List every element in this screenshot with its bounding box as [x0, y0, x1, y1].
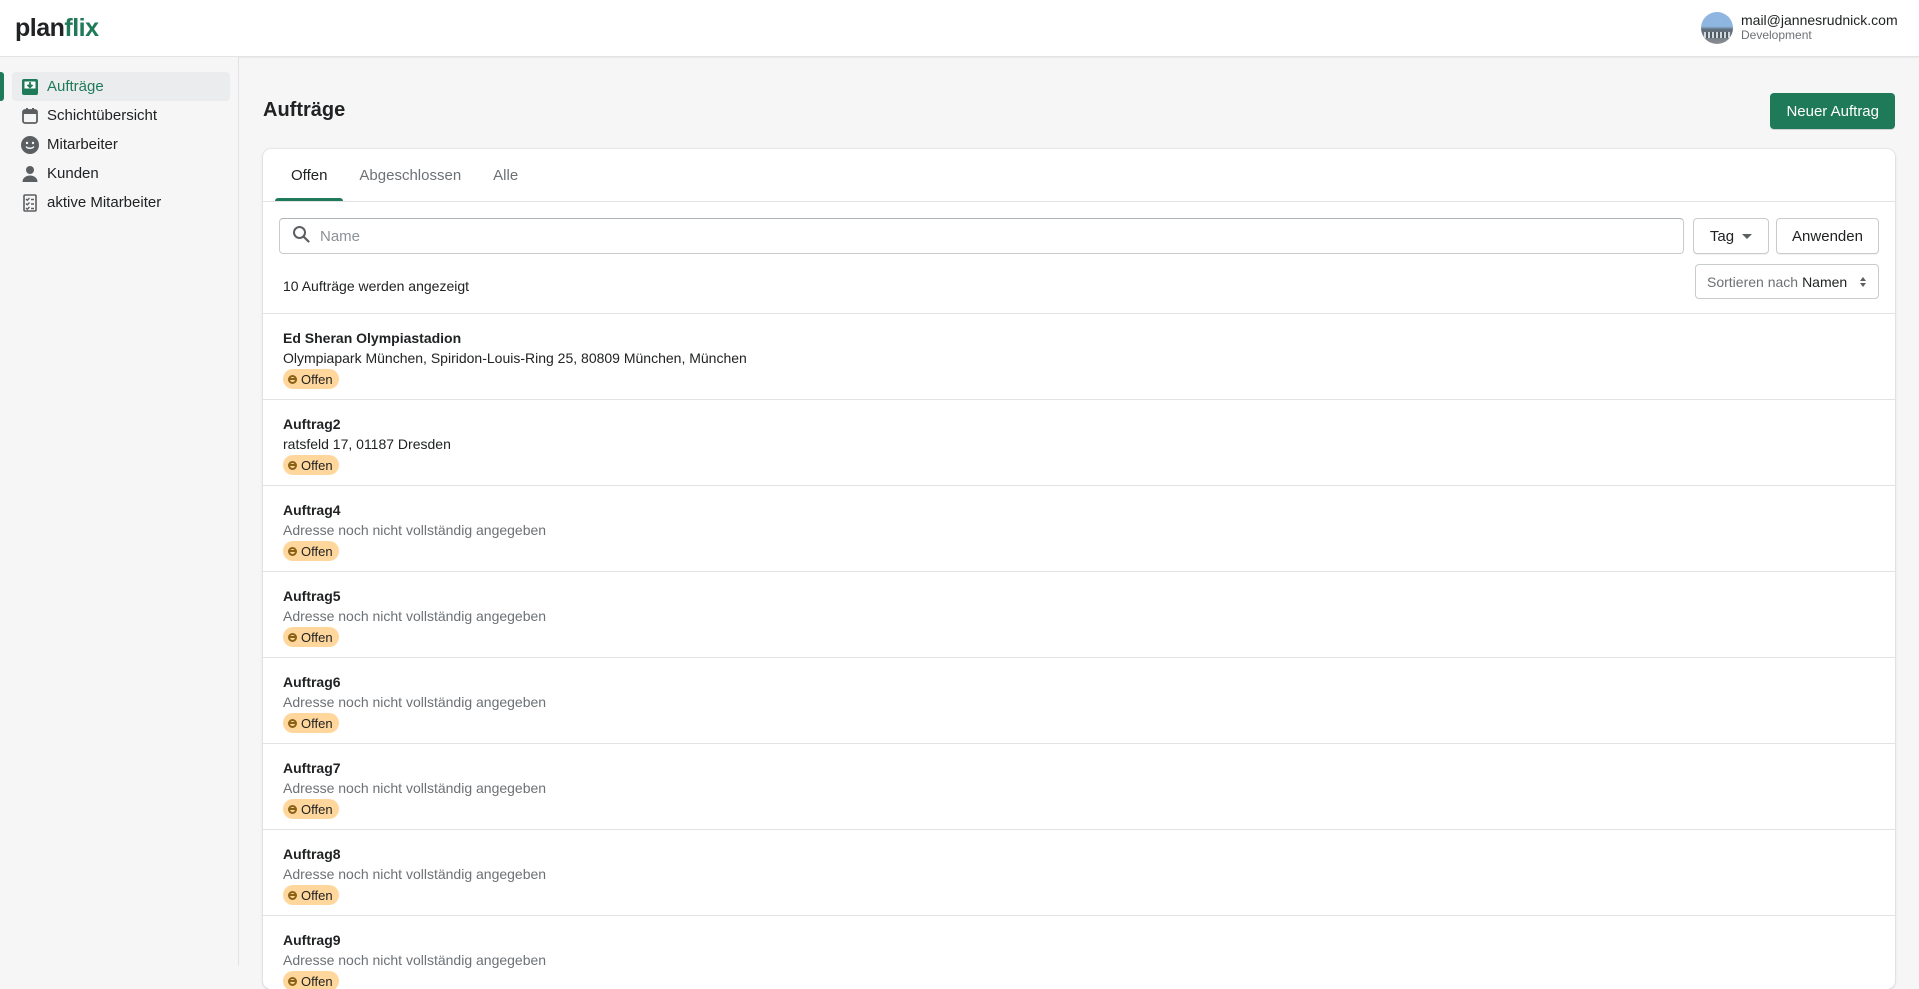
- sidebar-item-label: Mitarbeiter: [47, 136, 118, 153]
- sort-value: Namen: [1802, 273, 1848, 290]
- orders-card: Offen Abgeschlossen Alle Tag Anwenden 10…: [263, 149, 1895, 989]
- list-item[interactable]: Auftrag5 Adresse noch nicht vollständig …: [263, 572, 1895, 658]
- status-label: Offen: [301, 801, 333, 817]
- status-badge: Offen: [283, 971, 339, 989]
- status-badge: Offen: [283, 455, 339, 475]
- tag-filter-button[interactable]: Tag: [1693, 218, 1769, 254]
- order-name: Ed Sheran Olympiastadion: [283, 330, 462, 346]
- tab-abgeschlossen[interactable]: Abgeschlossen: [343, 149, 477, 201]
- order-address: Adresse noch nicht vollständig angegeben: [283, 780, 547, 796]
- caret-down-icon: [1742, 233, 1753, 239]
- status-dot-icon: [288, 632, 297, 642]
- status-badge: Offen: [283, 541, 339, 561]
- order-address: Adresse noch nicht vollständig angegeben: [283, 522, 547, 538]
- sidebar-item-auftraege[interactable]: Aufträge: [0, 72, 230, 101]
- results-bar: 10 Aufträge werden angezeigt Sortieren n…: [263, 261, 1895, 314]
- sort-label: Sortieren nach: [1707, 273, 1799, 290]
- avatar: [1701, 12, 1733, 44]
- smiley-icon: [20, 135, 40, 155]
- sidebar-item-aktive-mitarbeiter[interactable]: aktive Mitarbeiter: [12, 188, 230, 217]
- user-menu[interactable]: mail@jannesrudnick.com Development: [1701, 12, 1901, 44]
- status-label: Offen: [301, 887, 333, 903]
- status-badge: Offen: [283, 369, 339, 389]
- list-item[interactable]: Auftrag6 Adresse noch nicht vollständig …: [263, 658, 1895, 744]
- status-label: Offen: [301, 629, 333, 645]
- order-address: Olympiapark München, Spiridon-Louis-Ring…: [283, 350, 747, 366]
- status-dot-icon: [288, 546, 297, 556]
- checklist-icon: [20, 193, 40, 213]
- sidebar-item-label: Aufträge: [47, 78, 104, 95]
- order-name: Auftrag4: [283, 502, 341, 518]
- status-dot-icon: [288, 718, 297, 728]
- sidebar-item-kunden[interactable]: Kunden: [12, 159, 230, 188]
- order-name: Auftrag7: [283, 760, 341, 776]
- select-arrows-icon: [1860, 277, 1866, 287]
- apply-button[interactable]: Anwenden: [1776, 218, 1879, 254]
- search-field[interactable]: [279, 218, 1684, 254]
- list-item[interactable]: Auftrag9 Adresse noch nicht vollständig …: [263, 916, 1895, 989]
- list-item[interactable]: Auftrag2 ratsfeld 17, 01187 Dresden Offe…: [263, 400, 1895, 486]
- tab-bar: Offen Abgeschlossen Alle: [263, 149, 1895, 202]
- page-title: Aufträge: [263, 99, 346, 121]
- order-address: Adresse noch nicht vollständig angegeben: [283, 694, 547, 710]
- orders-list: Ed Sheran Olympiastadion Olympiapark Mün…: [263, 314, 1895, 989]
- order-name: Auftrag5: [283, 588, 341, 604]
- status-badge: Offen: [283, 885, 339, 905]
- main-content: Aufträge Neuer Auftrag Offen Abgeschloss…: [239, 57, 1919, 989]
- sort-select[interactable]: Sortieren nach Namen: [1695, 264, 1879, 299]
- order-name: Auftrag8: [283, 846, 341, 862]
- search-icon: [292, 225, 310, 247]
- list-item[interactable]: Auftrag4 Adresse noch nicht vollständig …: [263, 486, 1895, 572]
- new-order-button[interactable]: Neuer Auftrag: [1770, 93, 1895, 129]
- status-label: Offen: [301, 543, 333, 559]
- status-dot-icon: [288, 374, 297, 384]
- list-item[interactable]: Auftrag7 Adresse noch nicht vollständig …: [263, 744, 1895, 830]
- list-item[interactable]: Ed Sheran Olympiastadion Olympiapark Mün…: [263, 314, 1895, 400]
- status-badge: Offen: [283, 713, 339, 733]
- sidebar-item-label: Kunden: [47, 165, 99, 182]
- tag-filter-label: Tag: [1709, 227, 1735, 245]
- status-dot-icon: [288, 890, 297, 900]
- status-dot-icon: [288, 804, 297, 814]
- sidebar-item-schichtuebersicht[interactable]: Schichtübersicht: [12, 101, 230, 130]
- status-dot-icon: [288, 460, 297, 470]
- status-dot-icon: [288, 976, 297, 986]
- sidebar-item-label: aktive Mitarbeiter: [47, 194, 162, 211]
- list-item[interactable]: Auftrag8 Adresse noch nicht vollständig …: [263, 830, 1895, 916]
- order-address: Adresse noch nicht vollständig angegeben: [283, 866, 547, 882]
- status-badge: Offen: [283, 627, 339, 647]
- results-count: 10 Aufträge werden angezeigt: [283, 278, 470, 294]
- logo-text-plan: plan: [15, 14, 65, 42]
- search-input[interactable]: [320, 227, 1620, 245]
- sidebar-item-label: Schichtübersicht: [47, 107, 158, 124]
- order-name: Auftrag9: [283, 932, 341, 948]
- status-label: Offen: [301, 715, 333, 731]
- status-badge: Offen: [283, 799, 339, 819]
- logo-text-flix: flix: [64, 14, 99, 42]
- order-address: Adresse noch nicht vollständig angegeben: [283, 608, 547, 624]
- top-bar: planflix mail@jannesrudnick.com Developm…: [0, 0, 1919, 57]
- user-email: mail@jannesrudnick.com: [1741, 13, 1898, 28]
- user-role: Development: [1741, 28, 1812, 42]
- order-address: Adresse noch nicht vollständig angegeben: [283, 952, 547, 968]
- tab-offen[interactable]: Offen: [275, 149, 344, 201]
- status-label: Offen: [301, 371, 333, 387]
- tab-alle[interactable]: Alle: [477, 149, 534, 201]
- sidebar-item-mitarbeiter[interactable]: Mitarbeiter: [12, 130, 230, 159]
- filter-bar: Tag Anwenden: [279, 218, 1879, 254]
- sidebar: Aufträge Schichtübersicht Mitarbeiter Ku…: [0, 57, 239, 966]
- order-name: Auftrag6: [283, 674, 341, 690]
- order-address: ratsfeld 17, 01187 Dresden: [283, 436, 451, 452]
- status-label: Offen: [301, 973, 333, 989]
- inbox-icon: [20, 77, 40, 97]
- status-label: Offen: [301, 457, 333, 473]
- calendar-icon: [20, 106, 40, 126]
- order-name: Auftrag2: [283, 416, 341, 432]
- person-icon: [20, 164, 40, 184]
- app-logo[interactable]: planflix: [15, 14, 99, 43]
